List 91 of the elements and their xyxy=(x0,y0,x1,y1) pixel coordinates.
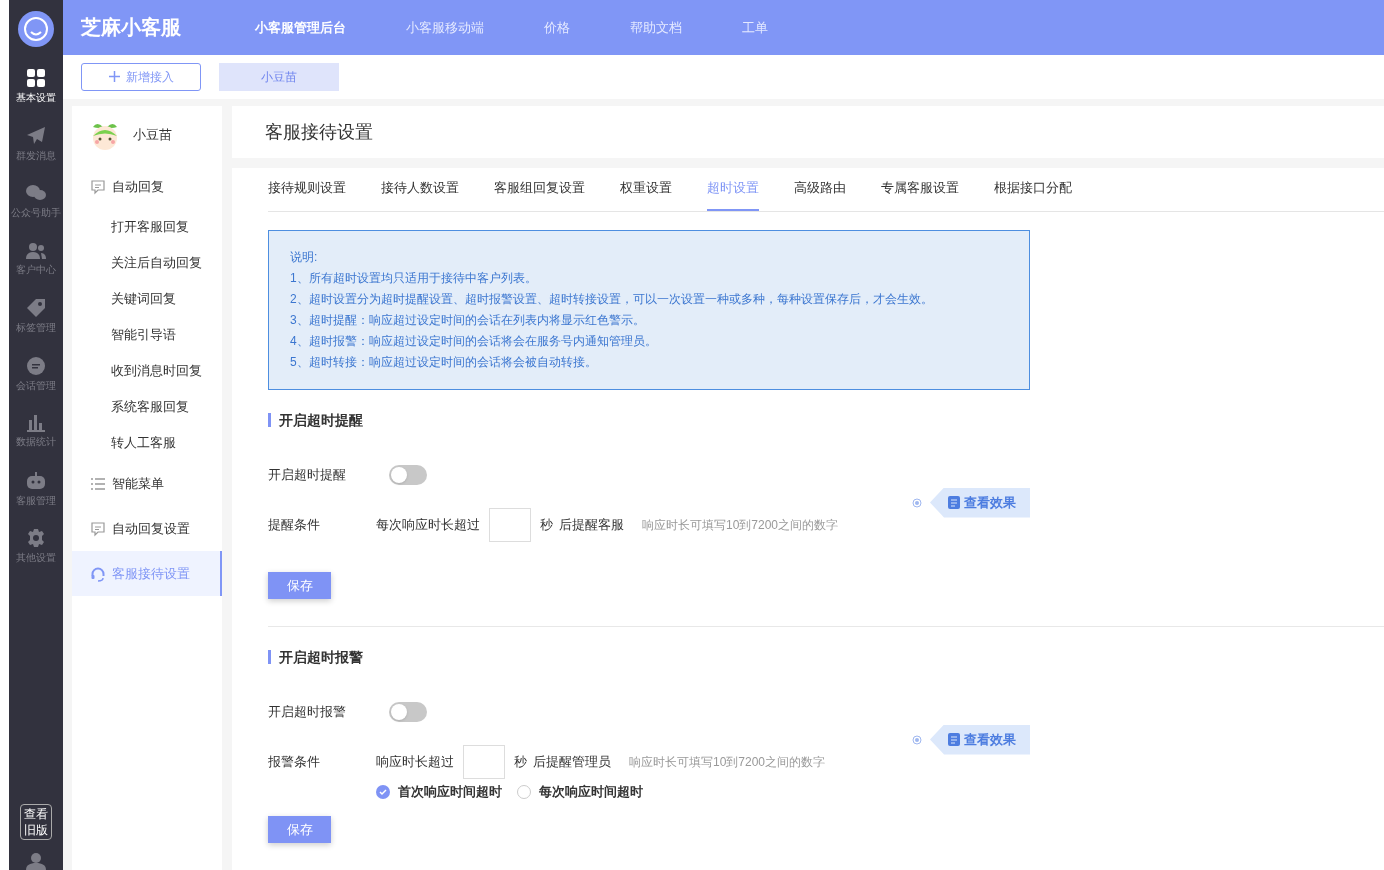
nav-rail-item[interactable]: 公众号助手 xyxy=(9,173,63,231)
tab[interactable]: 专属客服设置 xyxy=(881,167,959,211)
old-version-button[interactable]: 查看旧版 xyxy=(20,804,52,840)
bar-chart-icon xyxy=(26,414,46,433)
nav-rail-item[interactable]: 会话管理 xyxy=(9,345,63,403)
side-menu-item[interactable]: 自动回复 xyxy=(72,164,222,209)
user-icon xyxy=(26,852,46,870)
side-menu-item[interactable]: 收到消息时回复 xyxy=(72,353,222,389)
hint-text: 响应时长可填写10到7200之间的数字 xyxy=(629,754,826,771)
list-icon xyxy=(90,476,106,491)
top-nav-link[interactable]: 帮助文档 xyxy=(630,17,682,38)
view-effect-button[interactable]: 查看效果 xyxy=(930,724,1030,755)
comment-icon xyxy=(90,178,106,195)
hint-text: 响应时长可填写10到7200之间的数字 xyxy=(642,517,839,534)
condition-text: 每次响应时长超过 xyxy=(376,516,480,535)
side-menu-item[interactable]: 转人工客服 xyxy=(72,425,222,461)
save-button[interactable]: 保存 xyxy=(268,816,331,843)
seconds-input[interactable] xyxy=(489,508,531,542)
document-icon xyxy=(948,733,960,746)
toggle-switch[interactable] xyxy=(389,465,427,485)
tab[interactable]: 高级路由 xyxy=(794,167,846,211)
robot-icon xyxy=(25,470,47,491)
notice-line: 3、超时提醒：响应超过设定时间的会话在列表内将显示红色警示。 xyxy=(290,312,646,329)
side-menu-item[interactable]: 客服接待设置 xyxy=(72,551,222,596)
notice-line: 5、超时转接：响应超过设定时间的会话将会被自动转接。 xyxy=(290,354,598,371)
tab[interactable]: 接待人数设置 xyxy=(381,167,459,211)
nav-rail-item[interactable]: 其他设置 xyxy=(9,518,63,576)
tag-icon xyxy=(26,298,46,319)
add-access-button[interactable]: 新增接入 xyxy=(81,62,201,91)
side-menu-item[interactable]: 系统客服回复 xyxy=(72,389,222,425)
top-nav-link[interactable]: 价格 xyxy=(544,17,570,38)
notice-line: 4、超时报警：响应超过设定时间的会话将会在服务号内通知管理员。 xyxy=(290,333,658,350)
condition-label: 提醒条件 xyxy=(268,516,321,535)
toggle-label: 开启超时提醒 xyxy=(268,466,347,485)
side-menu-item[interactable]: 关键词回复 xyxy=(72,281,222,317)
view-effect-button[interactable]: 查看效果 xyxy=(930,487,1030,518)
top-nav-link[interactable]: 小客服移动端 xyxy=(406,17,484,38)
condition-text: 后提醒管理员 xyxy=(533,753,611,772)
document-icon xyxy=(948,496,960,509)
plus-icon xyxy=(108,71,120,83)
page-title: 客服接待设置 xyxy=(265,120,373,144)
section-title: 开启超时提醒 xyxy=(279,410,363,430)
side-menu-item[interactable]: 打开客服回复 xyxy=(72,209,222,245)
save-button[interactable]: 保存 xyxy=(268,572,331,599)
top-nav-link[interactable]: 工单 xyxy=(742,17,768,38)
check-icon xyxy=(379,788,387,796)
account-name: 小豆苗 xyxy=(133,126,172,145)
condition-text: 后提醒客服 xyxy=(559,516,624,535)
account-tab[interactable]: 小豆苗 xyxy=(219,62,339,91)
brand-name: 芝麻小客服 xyxy=(81,15,182,41)
comment-icon xyxy=(90,520,106,537)
logo-icon xyxy=(18,11,54,47)
nav-rail-item[interactable]: 客服管理 xyxy=(9,460,63,518)
radio-label: 首次响应时间超时 xyxy=(398,783,502,802)
notice-title: 说明: xyxy=(290,249,319,266)
grid-icon xyxy=(26,68,46,89)
radio-button[interactable] xyxy=(376,785,390,799)
tab[interactable]: 接待规则设置 xyxy=(268,167,346,211)
unit-label: 秒 xyxy=(540,516,553,535)
notice-line: 1、所有超时设置均只适用于接待中客户列表。 xyxy=(290,270,538,287)
nav-rail-item[interactable]: 基本设置 xyxy=(9,58,63,116)
notice-line: 2、超时设置分为超时提醒设置、超时报警设置、超时转接设置，可以一次设置一种或多种，每种设置保存后，才会生效。 xyxy=(290,291,934,308)
target-icon xyxy=(912,734,922,745)
nav-rail-item[interactable]: 群发消息 xyxy=(9,115,63,173)
side-menu-item[interactable]: 自动回复设置 xyxy=(72,506,222,551)
target-icon xyxy=(912,497,922,508)
nav-rail-item[interactable]: 数据统计 xyxy=(9,403,63,461)
radio-button[interactable] xyxy=(517,785,531,799)
send-icon xyxy=(26,125,46,146)
headset-icon xyxy=(90,565,106,582)
tab[interactable]: 根据接口分配 xyxy=(994,167,1072,211)
seconds-input[interactable] xyxy=(463,745,505,779)
tab[interactable]: 超时设置 xyxy=(707,167,759,211)
tab[interactable]: 客服组回复设置 xyxy=(494,167,585,211)
top-nav-link[interactable]: 小客服管理后台 xyxy=(255,17,346,38)
nav-rail-item[interactable]: 标签管理 xyxy=(9,288,63,346)
side-menu-item[interactable]: 关注后自动回复 xyxy=(72,245,222,281)
unit-label: 秒 xyxy=(514,753,527,772)
nav-rail-item[interactable]: 客户中心 xyxy=(9,230,63,288)
condition-label: 报警条件 xyxy=(268,753,321,772)
condition-text: 响应时长超过 xyxy=(376,753,454,772)
users-icon xyxy=(25,241,47,260)
toggle-switch[interactable] xyxy=(389,702,427,722)
side-menu-item[interactable]: 智能引导语 xyxy=(72,317,222,353)
side-menu-item[interactable]: 智能菜单 xyxy=(72,461,222,506)
section-title: 开启超时报警 xyxy=(279,647,363,667)
toggle-label: 开启超时报警 xyxy=(268,703,347,722)
chat-icon xyxy=(26,355,46,376)
tab[interactable]: 权重设置 xyxy=(620,167,672,211)
gear-icon xyxy=(26,528,46,549)
radio-label: 每次响应时间超时 xyxy=(539,783,643,802)
